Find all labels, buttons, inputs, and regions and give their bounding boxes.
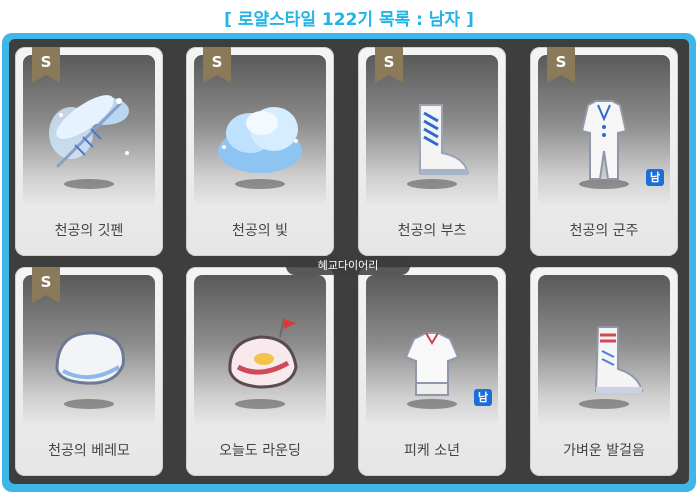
item-name: 가벼운 발걸음	[563, 443, 645, 459]
watermark: 혜교다이어리	[286, 257, 410, 275]
s-badge-icon: S	[32, 267, 60, 303]
item-name: 피케 소년	[404, 443, 460, 459]
item-name: 천공의 깃펜	[54, 223, 124, 239]
s-badge-icon: S	[203, 47, 231, 83]
s-badge-icon: S	[32, 47, 60, 83]
s-badge-icon: S	[375, 47, 403, 83]
male-badge-icon: 남	[646, 169, 664, 186]
svg-text:S: S	[384, 53, 395, 71]
page-title: [ 로얄스타일 122기 목록 : 남자 ]	[224, 10, 474, 30]
item-card-boots[interactable]: S 천공의 부츠	[358, 47, 506, 256]
svg-text:S: S	[41, 273, 52, 291]
svg-text:S: S	[556, 53, 567, 71]
item-name: 천공의 빛	[232, 223, 288, 239]
item-name: 천공의 베레모	[48, 443, 130, 459]
male-badge-icon: 남	[474, 389, 492, 406]
item-card-quill-pen[interactable]: S 천공의 깃펜	[15, 47, 163, 256]
item-card-pique-shirt[interactable]: 남 피케 소년	[358, 267, 506, 476]
item-card-golf-cap[interactable]: 오늘도 라운딩	[186, 267, 334, 476]
svg-text:S: S	[41, 53, 52, 71]
sneakers-icon	[594, 326, 644, 393]
svg-text:S: S	[212, 53, 223, 71]
item-card-white-suit[interactable]: 남 S 천공의 군주	[530, 47, 678, 256]
item-card-beret[interactable]: S 천공의 베레모	[15, 267, 163, 476]
item-name: 오늘도 라운딩	[219, 443, 301, 459]
item-card-sneakers[interactable]: 가벼운 발걸음	[530, 267, 678, 476]
s-badge-icon: S	[547, 47, 575, 83]
item-card-cloud-light[interactable]: S 천공의 빛	[186, 47, 334, 256]
golf-cap-icon	[228, 318, 298, 389]
item-name: 천공의 군주	[569, 223, 639, 239]
item-name: 천공의 부츠	[397, 223, 467, 239]
